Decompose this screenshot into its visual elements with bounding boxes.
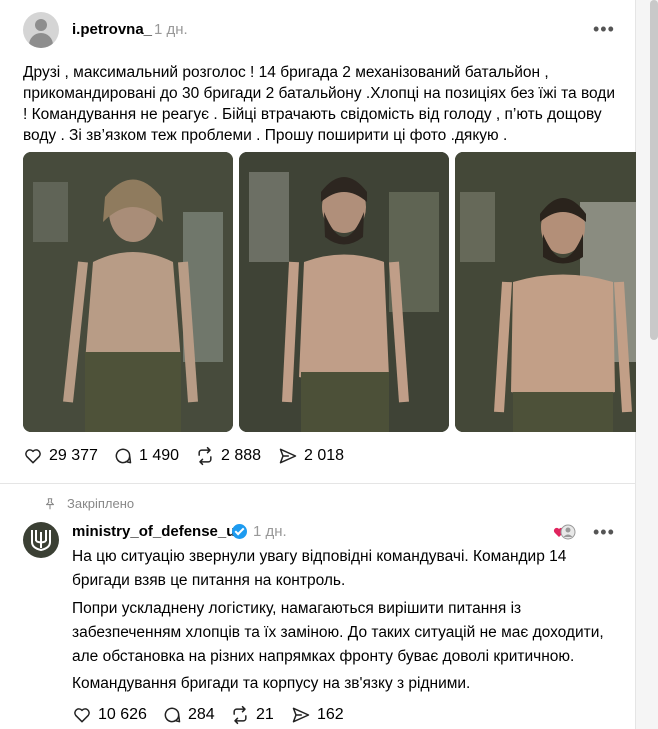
post-username[interactable]: i.petrovna_: [72, 21, 152, 38]
reply-paragraph: Командування бригади та корпусу на зв'яз…: [72, 675, 471, 692]
like-count: 29 377: [49, 447, 98, 464]
pinned-label: Закріплено: [67, 496, 135, 511]
post-timestamp[interactable]: 1 дн.: [154, 21, 188, 38]
post-more-button[interactable]: •••: [593, 20, 615, 38]
send-icon: [279, 448, 297, 464]
repost-icon: [233, 705, 247, 725]
thread-card: i.petrovna_ 1 дн. ••• Друзі , максимальн…: [0, 0, 636, 729]
reply-share-count: 162: [317, 706, 344, 723]
repost-button[interactable]: 2 888: [195, 446, 261, 466]
reply-like-count: 10 626: [98, 706, 147, 723]
verified-badge-icon: [232, 524, 247, 539]
more-horizontal-icon: •••: [593, 19, 615, 39]
repost-icon: [198, 446, 212, 466]
reply-more-button[interactable]: •••: [593, 523, 615, 541]
comment-bubble-icon: [115, 448, 132, 464]
reply-timestamp[interactable]: 1 дн.: [253, 523, 287, 540]
more-horizontal-icon: •••: [593, 522, 615, 542]
post-photo[interactable]: [23, 152, 233, 432]
scrollbar-thumb[interactable]: [650, 0, 658, 340]
share-count: 2 018: [304, 447, 345, 464]
post-photo[interactable]: [239, 152, 449, 432]
heart-icon: [25, 449, 41, 464]
comment-button[interactable]: 1 490: [113, 446, 179, 466]
post-photo[interactable]: [455, 152, 636, 432]
send-icon: [292, 707, 310, 723]
reply-comment-button[interactable]: 284: [162, 705, 215, 725]
reply-repost-button[interactable]: 21: [230, 705, 274, 725]
divider: [0, 483, 636, 484]
reply-paragraph: На цю ситуацію звернули увагу відповідні…: [72, 548, 567, 589]
post-text: Друзі , максимальний розголос ! 14 брига…: [23, 64, 616, 144]
reply-repost-count: 21: [256, 706, 274, 723]
liked-by-author-badge: [553, 523, 577, 541]
pinned-indicator: Закріплено: [43, 496, 134, 511]
comment-bubble-icon: [164, 707, 181, 723]
comment-count: 1 490: [139, 447, 180, 464]
reply-comment-count: 284: [188, 706, 215, 723]
reply-paragraph: Попри ускладнену логістику, намагаються …: [72, 600, 604, 665]
heart-icon: [74, 708, 90, 723]
ministry-avatar[interactable]: [23, 522, 59, 558]
trident-logo-icon: [31, 530, 51, 552]
pin-icon: [45, 497, 55, 509]
reply-username[interactable]: ministry_of_defense_ua: [72, 523, 244, 540]
share-button[interactable]: 2 018: [278, 446, 344, 466]
repost-count: 2 888: [221, 447, 262, 464]
reply-like-button[interactable]: 10 626: [72, 705, 147, 725]
like-button[interactable]: 29 377: [23, 446, 98, 466]
reply-share-button[interactable]: 162: [291, 705, 344, 725]
user-avatar[interactable]: [23, 12, 59, 48]
